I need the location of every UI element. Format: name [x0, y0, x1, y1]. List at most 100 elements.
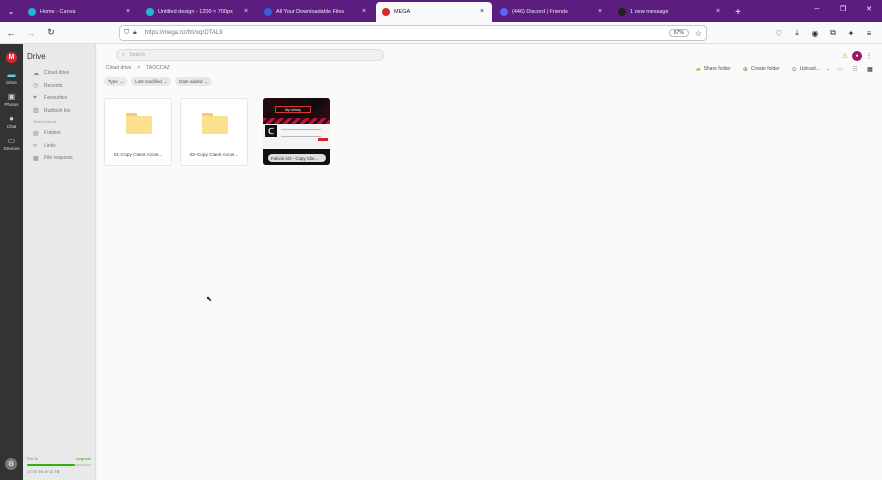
- upgrade-link[interactable]: Upgrade: [76, 456, 91, 461]
- thumbnail-button: My Library: [275, 106, 311, 113]
- close-window-icon[interactable]: ✕: [856, 0, 882, 18]
- rail-item-drive[interactable]: ▬ Drive: [0, 69, 23, 85]
- browser-tab[interactable]: 1 new message ×: [612, 2, 728, 22]
- mega-icon: [382, 8, 390, 16]
- transfer-icon[interactable]: ⚠: [838, 50, 852, 62]
- rail-item-chat[interactable]: ● Chat: [0, 113, 23, 129]
- browser-tab[interactable]: Untitled design - 1200 × 700px ×: [140, 2, 256, 22]
- close-tab-icon[interactable]: ×: [478, 8, 486, 16]
- pocket-icon[interactable]: ♡: [770, 24, 788, 42]
- image-icon: ▣: [7, 92, 16, 101]
- breadcrumb: Cloud drive > TAOCCAZ: [106, 65, 176, 71]
- top-right-controls: ⚠ ● ⋮: [838, 50, 876, 62]
- browser-tab[interactable]: Home - Canva ×: [22, 2, 138, 22]
- tab-list-icon[interactable]: ⌄: [0, 0, 22, 22]
- back-icon[interactable]: ←: [2, 24, 20, 42]
- thumbnail-lines: [281, 129, 321, 137]
- thumbnail-red-bar: [318, 138, 328, 141]
- app-rail: M ▬ Drive ▣ Photos ● Chat ▭ Devices ⚙: [0, 44, 23, 480]
- settings-icon[interactable]: ⚙: [5, 458, 17, 470]
- new-tab-icon[interactable]: +: [730, 2, 746, 22]
- chevron-down-icon: ⌄: [204, 79, 208, 84]
- tab-title: Untitled design - 1200 × 700px: [158, 9, 233, 15]
- list-view-icon[interactable]: ☷: [850, 64, 860, 74]
- share-folder-label: Share folder: [703, 66, 731, 72]
- lock-icon[interactable]: 🔒︎: [133, 29, 142, 37]
- cloud-icon: ☁: [33, 70, 39, 77]
- tab-title: (446) Discord | Friends: [512, 9, 568, 15]
- browser-tab[interactable]: (446) Discord | Friends ×: [494, 2, 610, 22]
- url-text[interactable]: https://mega.nz/fm/xqrDTAL9: [145, 30, 669, 36]
- heart-icon: ♥: [33, 95, 37, 102]
- sidebar-item-file-requests[interactable]: ▦ File requests: [23, 152, 95, 165]
- sidebar-item-cloud-drive[interactable]: ☁ Cloud drive: [23, 67, 95, 80]
- sidebar-item-folders[interactable]: ▤ Folders: [23, 127, 95, 140]
- sidebar-item-recents[interactable]: ◷ Recents: [23, 80, 95, 93]
- folder-icon: [202, 113, 228, 134]
- filter-chip-type[interactable]: Type ⌄: [104, 77, 128, 86]
- toolbar-right: ♡ ⤓ ◉ ⧉ ✦ ≡: [770, 24, 878, 42]
- sidebar-item-links[interactable]: ∞ Links: [23, 140, 95, 153]
- folder-card[interactable]: 01-Copy Client Accel...: [104, 98, 172, 166]
- media-view-icon[interactable]: ▭: [835, 64, 845, 74]
- sidebar-item-label: File requests: [44, 155, 73, 162]
- filter-chip-date-added[interactable]: Date added ⌄: [175, 77, 212, 86]
- folder-card[interactable]: 02-Copy Client Accel...: [180, 98, 248, 166]
- browser-toolbar: ← → ↻ ⛉ 🔒︎ https://mega.nz/fm/xqrDTAL9 6…: [0, 22, 882, 44]
- browser-tab[interactable]: MEGA ×: [376, 2, 492, 22]
- close-tab-icon[interactable]: ×: [596, 8, 604, 16]
- maximize-icon[interactable]: ❐: [830, 0, 856, 18]
- breadcrumb-cloud-drive[interactable]: Cloud drive: [106, 65, 131, 71]
- mega-logo-icon[interactable]: M: [6, 52, 17, 63]
- filter-chip-last-modified[interactable]: Last modified ⌄: [131, 77, 172, 86]
- minimize-icon[interactable]: ─: [804, 0, 830, 18]
- browser-tab[interactable]: All Your Downloadable Files ×: [258, 2, 374, 22]
- extensions-icon[interactable]: ⧉: [824, 24, 842, 42]
- canva-icon: [146, 8, 154, 16]
- storage-widget[interactable]: Pro III Upgrade 17.95 TB of 16 TB: [27, 456, 91, 474]
- extension-puzzle-icon[interactable]: ✦: [842, 24, 860, 42]
- shield-icon[interactable]: ⛉: [124, 29, 133, 37]
- zoom-badge[interactable]: 67%: [668, 29, 689, 37]
- url-bar[interactable]: ⛉ 🔒︎ https://mega.nz/fm/xqrDTAL9 67% ☆: [119, 25, 707, 41]
- close-tab-icon[interactable]: ×: [242, 8, 250, 16]
- bookmark-star-icon[interactable]: ☆: [695, 29, 702, 38]
- sidebar-title: Drive: [27, 52, 46, 61]
- filter-label: Last modified: [135, 79, 162, 84]
- falcon-logo-icon: ᑕ: [265, 125, 277, 137]
- filter-label: Type: [108, 79, 118, 84]
- chevron-down-icon: ⌄: [825, 66, 830, 72]
- sidebar-item-rubbish-bin[interactable]: ▥ Rubbish bin: [23, 105, 95, 118]
- create-folder-label: Create folder: [750, 66, 780, 72]
- rail-item-photos[interactable]: ▣ Photos: [0, 91, 23, 107]
- sidebar-item-favourites[interactable]: ♥ Favourites: [23, 92, 95, 105]
- more-menu-icon[interactable]: ⋮: [862, 50, 876, 62]
- menu-icon[interactable]: ≡: [860, 24, 878, 42]
- clock-icon: ◷: [33, 83, 39, 90]
- close-tab-icon[interactable]: ×: [124, 8, 132, 16]
- download-icon[interactable]: ⤓: [788, 24, 806, 42]
- window-controls: ─ ❐ ✕: [804, 0, 882, 22]
- account-icon[interactable]: ◉: [806, 24, 824, 42]
- image-file-card[interactable]: My Library ᑕ Falcon AO - Copy Clie...: [263, 98, 330, 165]
- create-folder-button[interactable]: ⊕ Create folder: [743, 66, 780, 73]
- rail-item-devices[interactable]: ▭ Devices: [0, 135, 23, 151]
- tab-title: Home - Canva: [40, 9, 76, 15]
- search-input[interactable]: ⌕ Search: [116, 49, 384, 61]
- avatar[interactable]: ●: [852, 51, 862, 61]
- close-tab-icon[interactable]: ×: [360, 8, 368, 16]
- tab-title: All Your Downloadable Files: [276, 9, 345, 15]
- upload-button[interactable]: ⊙ Upload... ⌄: [792, 66, 830, 73]
- canva-icon: [28, 8, 36, 16]
- mouse-cursor-icon: ⬉: [206, 296, 212, 303]
- share-folder-button[interactable]: ▰ Share folder: [696, 66, 731, 73]
- search-icon: ⌕: [122, 51, 126, 58]
- close-tab-icon[interactable]: ×: [714, 8, 722, 16]
- shared-folder-icon: ▤: [33, 130, 39, 137]
- tab-title: MEGA: [394, 9, 411, 15]
- reload-icon[interactable]: ↻: [42, 24, 60, 42]
- sidebar-item-label: Links: [44, 142, 56, 149]
- grid-view-icon[interactable]: ▦: [865, 64, 875, 74]
- forward-icon[interactable]: →: [22, 24, 40, 42]
- sidebar-item-label: Favourites: [44, 95, 68, 102]
